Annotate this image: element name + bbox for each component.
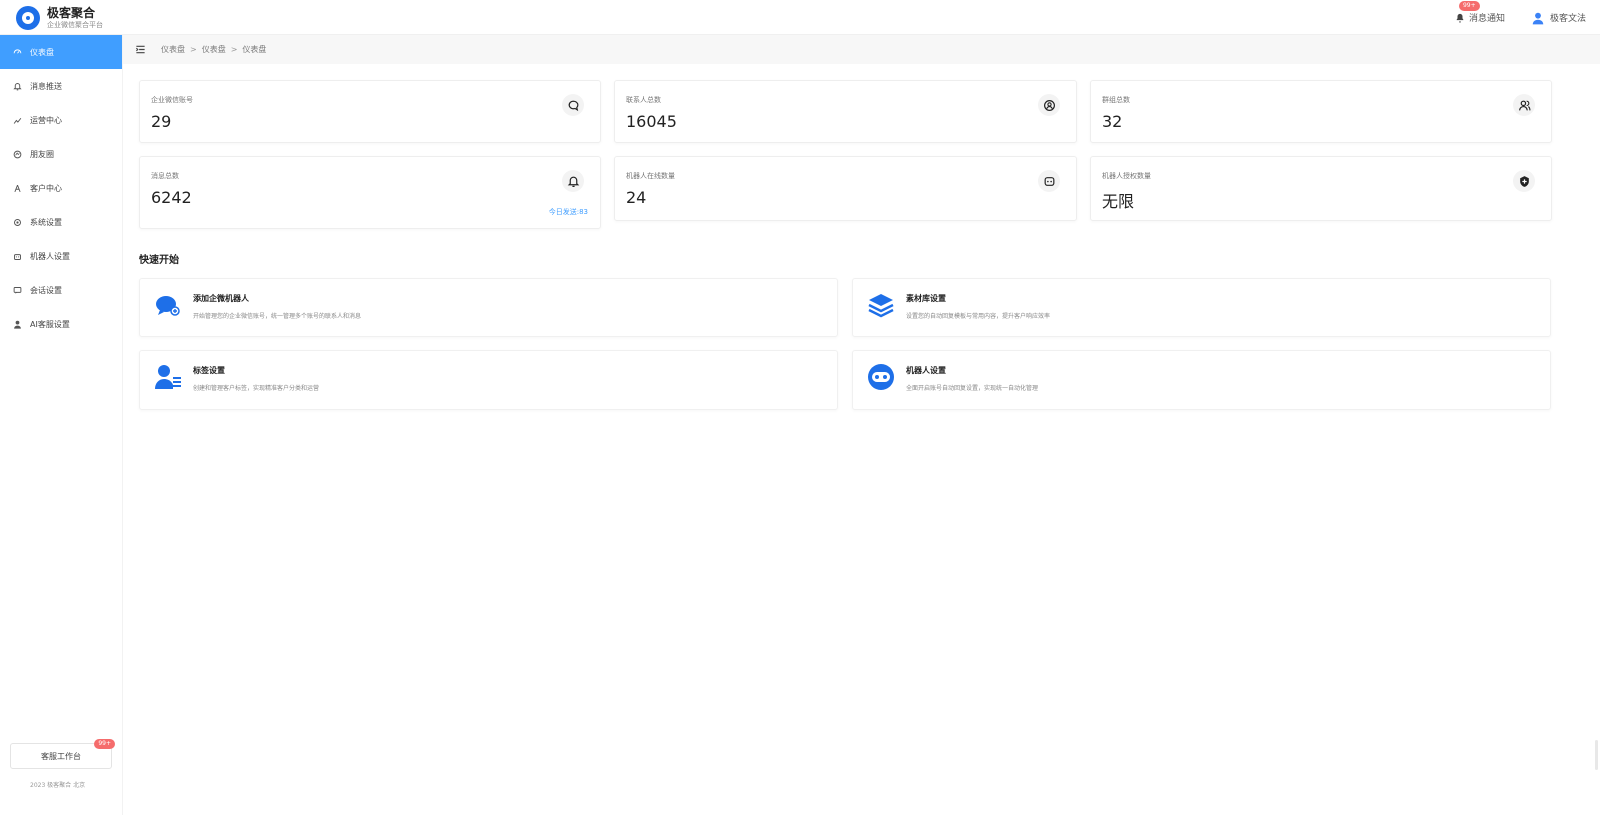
person-icon: [13, 320, 22, 329]
notice-label: 消息通知: [1468, 14, 1505, 24]
sidebar-item-label: 朋友圈: [30, 149, 54, 159]
workbench-label: 客服工作台: [41, 751, 81, 761]
user-list-icon: [155, 365, 181, 389]
copyright: 2023 极客聚合 北京: [30, 782, 86, 789]
breadcrumb-item[interactable]: 仪表盘: [161, 44, 185, 55]
sidebar-item-operations[interactable]: 运营中心: [0, 103, 122, 137]
stat-card-robots-online: 机器人在线数量 24: [614, 156, 1077, 221]
sidebar-item-label: 仪表盘: [30, 47, 54, 57]
notice-button[interactable]: 99+ 消息通知: [1455, 1, 1505, 24]
workbench-button[interactable]: 客服工作台 99+: [10, 739, 115, 769]
menu-fold-icon[interactable]: [135, 44, 146, 55]
scrollbar-thumb[interactable]: [1595, 740, 1598, 770]
sidebar-item-customers[interactable]: 客户中心: [0, 171, 122, 205]
quick-card-title: 添加企微机器人: [193, 294, 249, 303]
user-menu[interactable]: 极客文法: [1531, 11, 1586, 25]
notice-badge: 99+: [1458, 1, 1480, 11]
breadcrumb-bar: 仪表盘 > 仪表盘 > 仪表盘: [123, 35, 1600, 64]
today-sent-link[interactable]: 今日发送:83: [549, 207, 588, 217]
sidebar-item-push[interactable]: 消息推送: [0, 69, 122, 103]
sidebar-item-label: AI客服设置: [30, 319, 70, 329]
moments-icon: [13, 150, 22, 159]
brand-subtitle: 企业微信聚合平台: [47, 21, 103, 29]
breadcrumb: 仪表盘 > 仪表盘 > 仪表盘: [161, 44, 266, 55]
breadcrumb-item: 仪表盘: [242, 45, 267, 54]
sidebar-item-ai-service[interactable]: AI客服设置: [0, 307, 122, 341]
brand[interactable]: 极客聚合 企业微信聚合平台: [16, 5, 103, 31]
sidebar-item-label: 运营中心: [30, 115, 62, 125]
stat-card-groups: 群组总数 32: [1090, 80, 1552, 143]
breadcrumb-item[interactable]: 仪表盘: [202, 44, 226, 55]
robot-face-icon: [868, 364, 894, 390]
workbench-badge: 99+: [94, 739, 115, 749]
quick-card-title: 素材库设置: [906, 294, 946, 303]
brand-name: 极客聚合: [47, 6, 96, 20]
quick-start-title: 快速开始: [139, 255, 179, 266]
stat-value: 6242: [151, 188, 192, 207]
quick-card-tags[interactable]: 标签设置 创建和管理客户标签，实现精准客户分类和运营: [139, 350, 838, 410]
stat-value: 32: [1102, 112, 1123, 131]
quick-card-robot-settings[interactable]: 机器人设置 全面开启账号自动回复设置，实现统一自动化管理: [852, 350, 1551, 410]
sidebar-item-label: 会话设置: [30, 285, 62, 295]
stat-card-wecom-accounts: 企业微信账号 29: [139, 80, 601, 143]
chat-bubbles-icon: [156, 296, 180, 316]
sidebar-item-settings[interactable]: 系统设置: [0, 205, 122, 239]
stat-card-contacts: 联系人总数 16045: [614, 80, 1077, 143]
bell-icon: [562, 170, 584, 192]
customer-icon: [13, 184, 22, 193]
chat-bubble-icon: [562, 94, 584, 116]
notice-bell-icon: [1456, 13, 1464, 23]
chat-icon: [13, 286, 22, 295]
robot-icon: [13, 252, 22, 261]
dashboard-icon: [13, 48, 22, 57]
robot-icon: [1038, 170, 1060, 192]
brand-logo-icon: [16, 6, 40, 30]
breadcrumb-separator: >: [190, 45, 197, 54]
stat-value: 29: [151, 112, 172, 131]
sidebar-item-label: 机器人设置: [30, 251, 70, 261]
sidebar-item-moments[interactable]: 朋友圈: [0, 137, 122, 171]
bell-icon: [13, 82, 22, 91]
stat-value: 无限: [1102, 192, 1135, 211]
sidebar-item-label: 系统设置: [30, 217, 62, 227]
sidebar-item-label: 消息推送: [30, 81, 62, 91]
top-header: 极客聚合 企业微信聚合平台 99+ 消息通知 极客文法: [0, 0, 1600, 35]
quick-card-desc: 创建和管理客户标签，实现精准客户分类和运营: [193, 385, 320, 392]
shield-plus-icon: [1513, 170, 1535, 192]
quick-card-title: 标签设置: [193, 366, 225, 375]
user-label: 极客文法: [1549, 14, 1586, 24]
user-avatar-icon: [1532, 12, 1544, 24]
header-actions: 99+ 消息通知 极客文法: [1455, 0, 1600, 35]
gear-icon: [13, 218, 22, 227]
quick-card-material[interactable]: 素材库设置 设置您的自动回复模板与常用内容，提升客户响应效率: [852, 278, 1551, 337]
stat-label: 企业微信账号: [151, 96, 193, 104]
sidebar-item-dashboard[interactable]: 仪表盘: [0, 35, 122, 69]
sidebar-item-session[interactable]: 会话设置: [0, 273, 122, 307]
stat-label: 消息总数: [151, 172, 179, 180]
stat-label: 联系人总数: [626, 96, 661, 104]
stat-value: 16045: [626, 112, 677, 131]
group-icon: [1513, 94, 1535, 116]
stat-label: 机器人在线数量: [626, 172, 675, 180]
sidebar-item-robot[interactable]: 机器人设置: [0, 239, 122, 273]
stat-label: 机器人授权数量: [1102, 172, 1151, 180]
layers-icon: [868, 294, 894, 318]
chart-icon: [13, 116, 22, 125]
stat-card-robots-licensed: 机器人授权数量 无限: [1090, 156, 1552, 221]
quick-card-desc: 设置您的自动回复模板与常用内容，提升客户响应效率: [906, 313, 1051, 320]
stat-value: 24: [626, 188, 647, 207]
quick-card-desc: 开始管理您的企业微信账号，统一管理多个账号的联系人和消息: [193, 313, 362, 320]
quick-card-add-robot[interactable]: 添加企微机器人 开始管理您的企业微信账号，统一管理多个账号的联系人和消息: [139, 278, 838, 337]
stat-label: 群组总数: [1102, 96, 1130, 104]
contact-icon: [1038, 94, 1060, 116]
stat-card-messages: 消息总数 6242 今日发送:83: [139, 156, 601, 229]
sidebar-item-label: 客户中心: [30, 183, 62, 193]
sidebar: 仪表盘 消息推送 运营中心 朋友圈 客户中心 系统设置 机器人设置 会话设置 A…: [0, 35, 123, 815]
quick-card-desc: 全面开启账号自动回复设置，实现统一自动化管理: [906, 385, 1039, 392]
brand-text: 极客聚合 企业微信聚合平台: [47, 7, 103, 29]
quick-card-title: 机器人设置: [906, 366, 946, 375]
sidebar-footer: 客服工作台 99+ 2023 极客聚合 北京: [10, 739, 115, 789]
breadcrumb-separator: >: [230, 45, 238, 54]
